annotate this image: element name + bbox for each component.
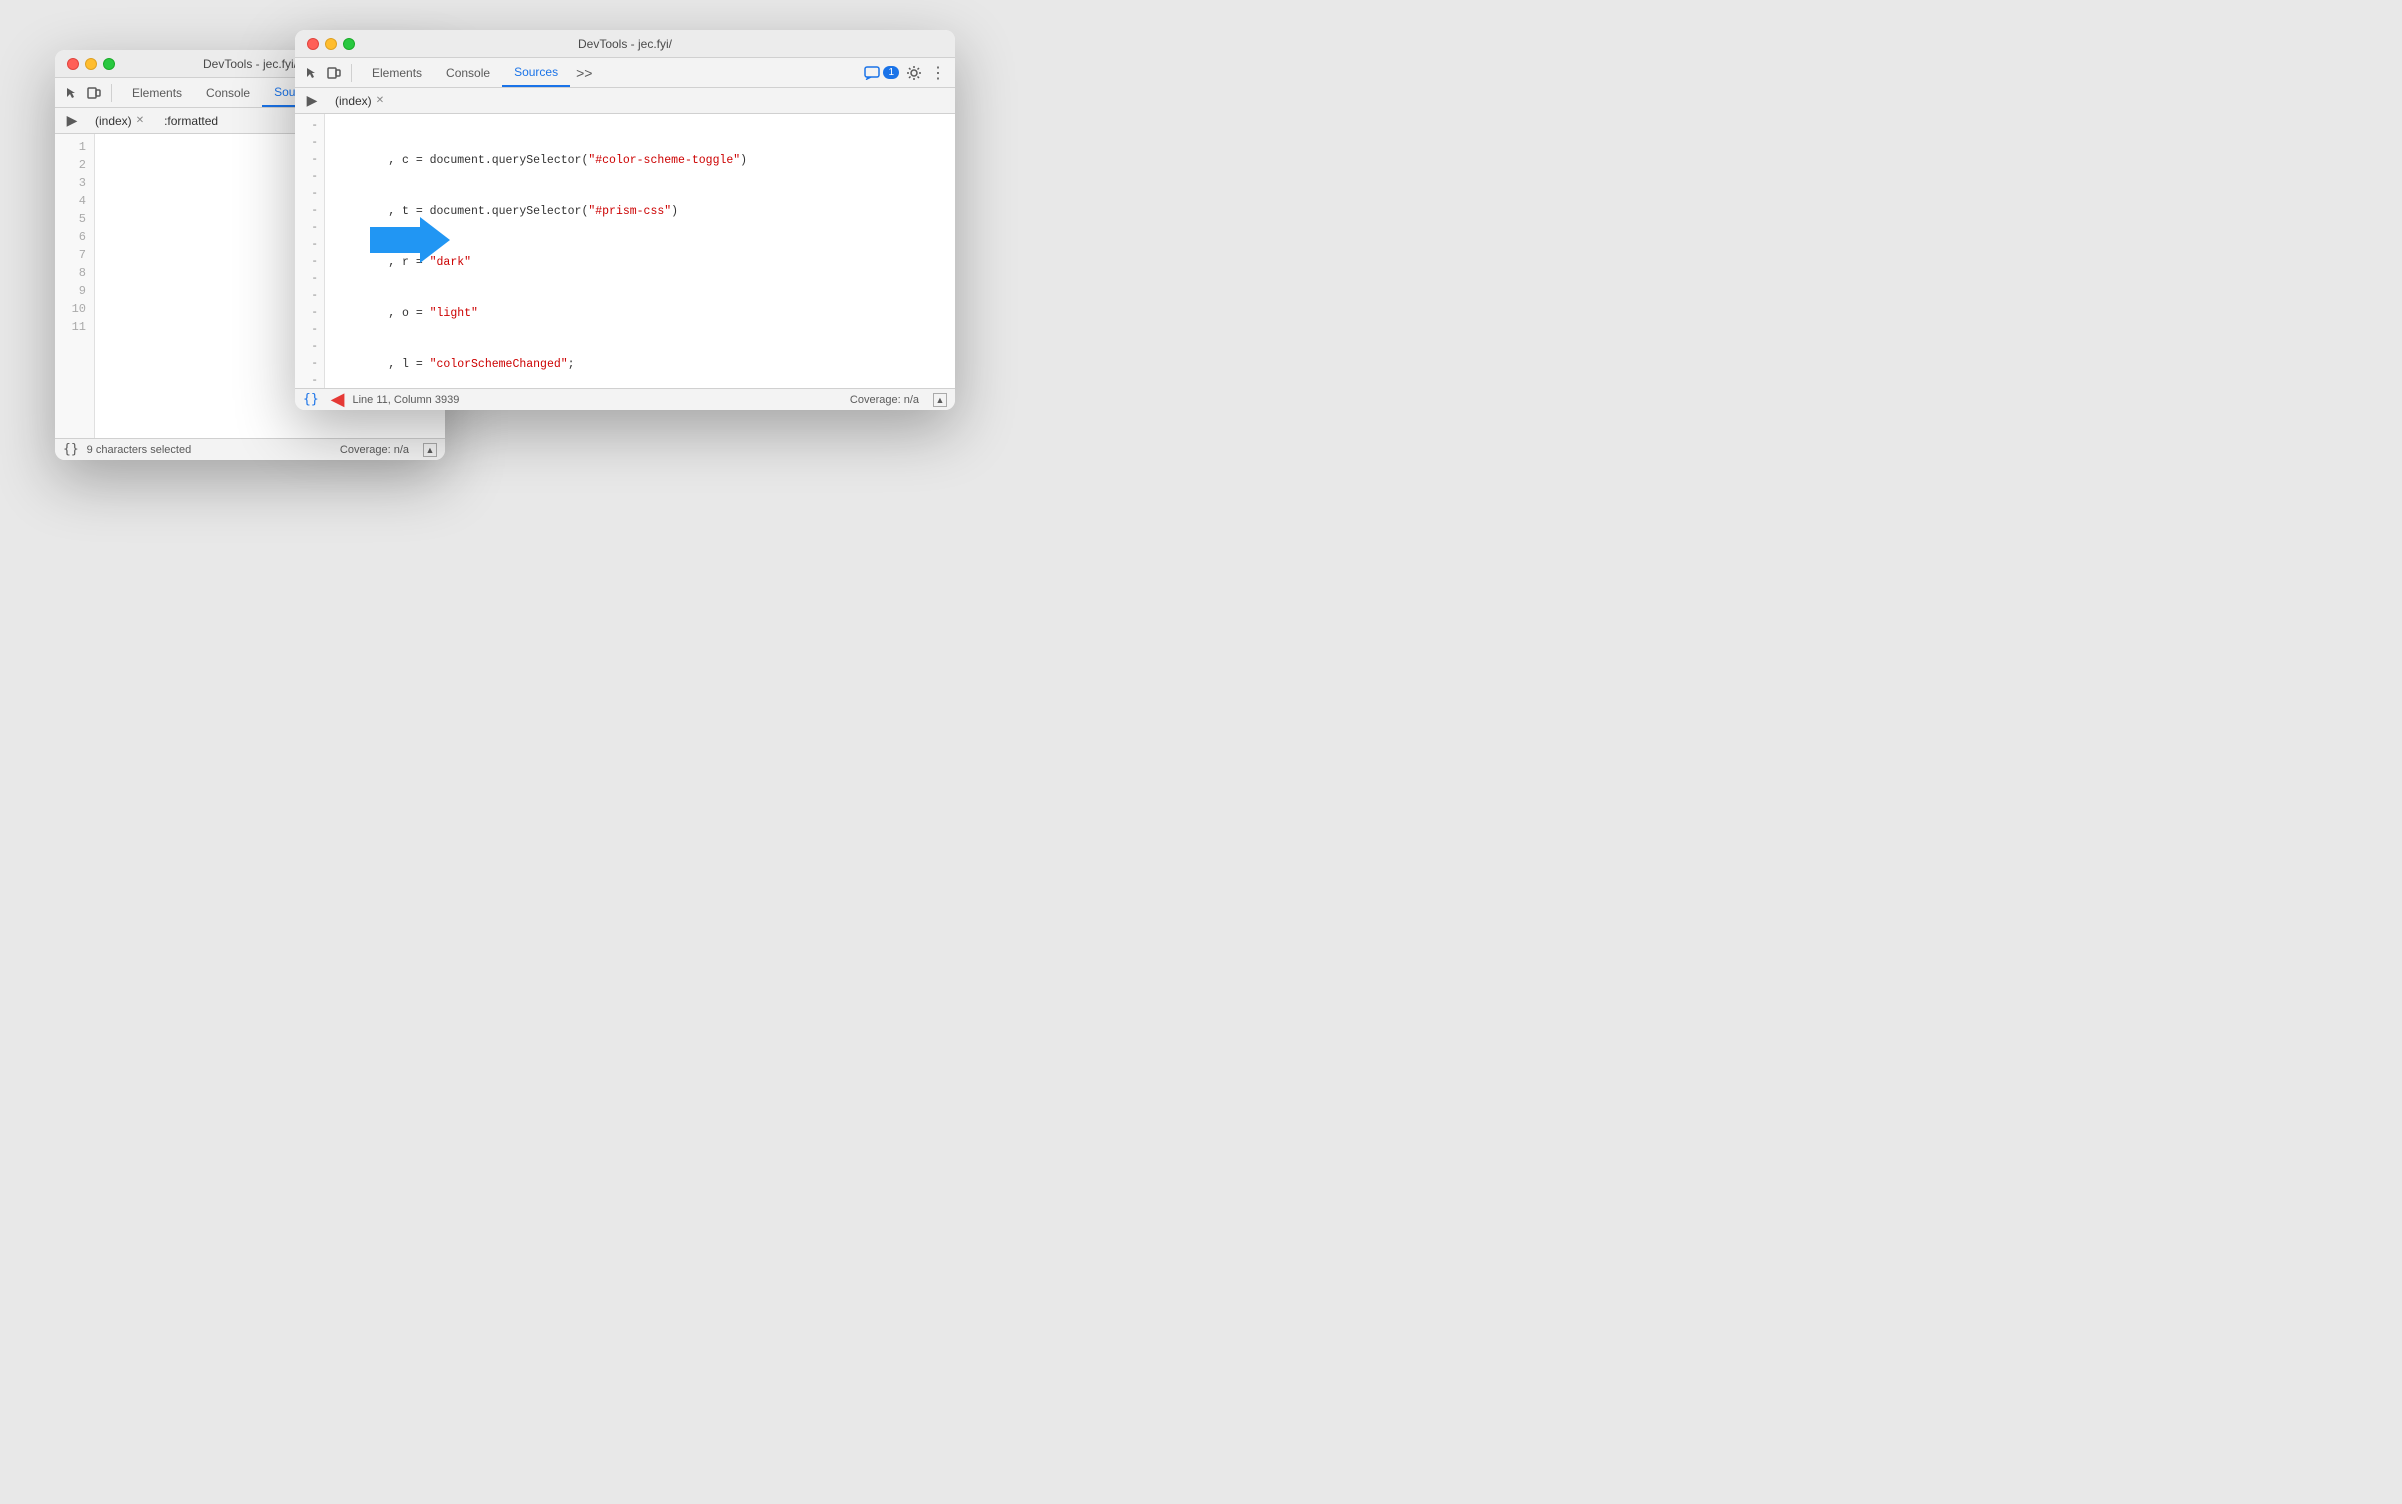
line-num-8: 8 bbox=[63, 264, 86, 282]
more-icon-right[interactable]: ⋮ bbox=[929, 64, 947, 82]
traffic-lights-right bbox=[307, 38, 355, 50]
cursor-icon-right[interactable] bbox=[303, 64, 321, 82]
line-num-1: 1 bbox=[63, 138, 86, 156]
play-icon-left[interactable]: ▶ bbox=[63, 112, 81, 130]
r-ln-9: - bbox=[301, 254, 318, 271]
line-num-3: 3 bbox=[63, 174, 86, 192]
device-icon-left[interactable] bbox=[85, 84, 103, 102]
line-num-2: 2 bbox=[63, 156, 86, 174]
line-num-5: 5 bbox=[63, 210, 86, 228]
rc-4: , o = "light" bbox=[333, 305, 947, 322]
file-tab-close-right[interactable]: ✕ bbox=[376, 95, 384, 106]
toolbar-separator-left bbox=[111, 84, 112, 102]
line-num-10: 10 bbox=[63, 300, 86, 318]
rc-1: , c = document.querySelector("#color-sch… bbox=[333, 152, 947, 169]
toolbar-right: Elements Console Sources >> 1 ⋮ bbox=[295, 58, 955, 88]
line-num-4: 4 bbox=[63, 192, 86, 210]
close-button-left[interactable] bbox=[67, 58, 79, 70]
r-ln-11: - bbox=[301, 288, 318, 305]
coverage-right: Coverage: n/a bbox=[850, 394, 919, 406]
r-ln-4: - bbox=[301, 169, 318, 186]
tab-more-right[interactable]: >> bbox=[570, 58, 598, 87]
play-icon-right[interactable]: ▶ bbox=[303, 92, 321, 110]
expand-icon-left[interactable]: ▲ bbox=[423, 443, 437, 457]
r-ln-12: - bbox=[301, 305, 318, 322]
toolbar-separator-right bbox=[351, 64, 352, 82]
toolbar-right-icons: 1 ⋮ bbox=[864, 64, 947, 82]
line-num-7: 7 bbox=[63, 246, 86, 264]
r-ln-5: - bbox=[301, 186, 318, 203]
chat-icon-right[interactable]: 1 bbox=[864, 66, 899, 80]
line-numbers-left: 1 2 3 4 5 6 7 8 9 10 11 bbox=[55, 134, 95, 438]
line-num-9: 9 bbox=[63, 282, 86, 300]
red-arrow-inline: ◀ bbox=[331, 389, 345, 410]
toolbar-tabs-right: Elements Console Sources >> bbox=[360, 58, 598, 87]
format-icon-right[interactable]: {} bbox=[303, 392, 319, 407]
r-ln-8: - bbox=[301, 237, 318, 254]
r-ln-15: - bbox=[301, 356, 318, 373]
window-title-left: DevTools - jec.fyi/ bbox=[203, 57, 297, 71]
sources-toolbar-right: ▶ (index) ✕ bbox=[295, 88, 955, 114]
status-position-right: Line 11, Column 3939 bbox=[353, 394, 460, 406]
maximize-button-left[interactable] bbox=[103, 58, 115, 70]
r-ln-6: - bbox=[301, 203, 318, 220]
blue-arrow bbox=[370, 215, 450, 265]
file-tab-label-left: (index) bbox=[95, 114, 132, 128]
settings-icon-right[interactable] bbox=[905, 64, 923, 82]
status-bar-left: {} 9 characters selected Coverage: n/a ▲ bbox=[55, 438, 445, 460]
r-ln-14: - bbox=[301, 339, 318, 356]
line-numbers-right: - - - - - - - - - - - - - - - - - - - - … bbox=[295, 114, 325, 388]
r-ln-7: - bbox=[301, 220, 318, 237]
window-title-right: DevTools - jec.fyi/ bbox=[578, 37, 672, 51]
format-icon-left[interactable]: {} bbox=[63, 442, 79, 457]
file-tab-label-right: (index) bbox=[335, 94, 372, 108]
minimize-button-right[interactable] bbox=[325, 38, 337, 50]
line-num-6: 6 bbox=[63, 228, 86, 246]
rc-5: , l = "colorSchemeChanged"; bbox=[333, 356, 947, 373]
tab-sources-right[interactable]: Sources bbox=[502, 58, 570, 87]
status-bar-right: {} ◀ Line 11, Column 3939 Coverage: n/a … bbox=[295, 388, 955, 410]
file-tab-left[interactable]: (index) ✕ bbox=[89, 112, 150, 130]
formatted-tab-label: :formatted bbox=[164, 114, 218, 128]
r-ln-13: - bbox=[301, 322, 318, 339]
expand-icon-right[interactable]: ▲ bbox=[933, 393, 947, 407]
r-ln-1: - bbox=[301, 118, 318, 135]
r-ln-10: - bbox=[301, 271, 318, 288]
minimize-button-left[interactable] bbox=[85, 58, 97, 70]
coverage-left: Coverage: n/a bbox=[340, 444, 409, 456]
tab-elements-right[interactable]: Elements bbox=[360, 58, 434, 87]
close-button-right[interactable] bbox=[307, 38, 319, 50]
notification-badge: 1 bbox=[883, 66, 899, 79]
r-ln-2: - bbox=[301, 135, 318, 152]
file-tab-close-left[interactable]: ✕ bbox=[136, 115, 144, 126]
r-ln-3: - bbox=[301, 152, 318, 169]
r-ln-16: - bbox=[301, 373, 318, 388]
traffic-lights-left bbox=[67, 58, 115, 70]
tab-console-right[interactable]: Console bbox=[434, 58, 502, 87]
formatted-tab-left[interactable]: :formatted bbox=[158, 112, 224, 130]
title-bar-right: DevTools - jec.fyi/ bbox=[295, 30, 955, 58]
line-num-11: 11 bbox=[63, 318, 86, 336]
maximize-button-right[interactable] bbox=[343, 38, 355, 50]
cursor-icon-left[interactable] bbox=[63, 84, 81, 102]
status-text-left: 9 characters selected bbox=[87, 444, 192, 456]
device-icon-right[interactable] bbox=[325, 64, 343, 82]
file-tab-right[interactable]: (index) ✕ bbox=[329, 92, 390, 110]
tab-console-left[interactable]: Console bbox=[194, 78, 262, 107]
tab-elements-left[interactable]: Elements bbox=[120, 78, 194, 107]
